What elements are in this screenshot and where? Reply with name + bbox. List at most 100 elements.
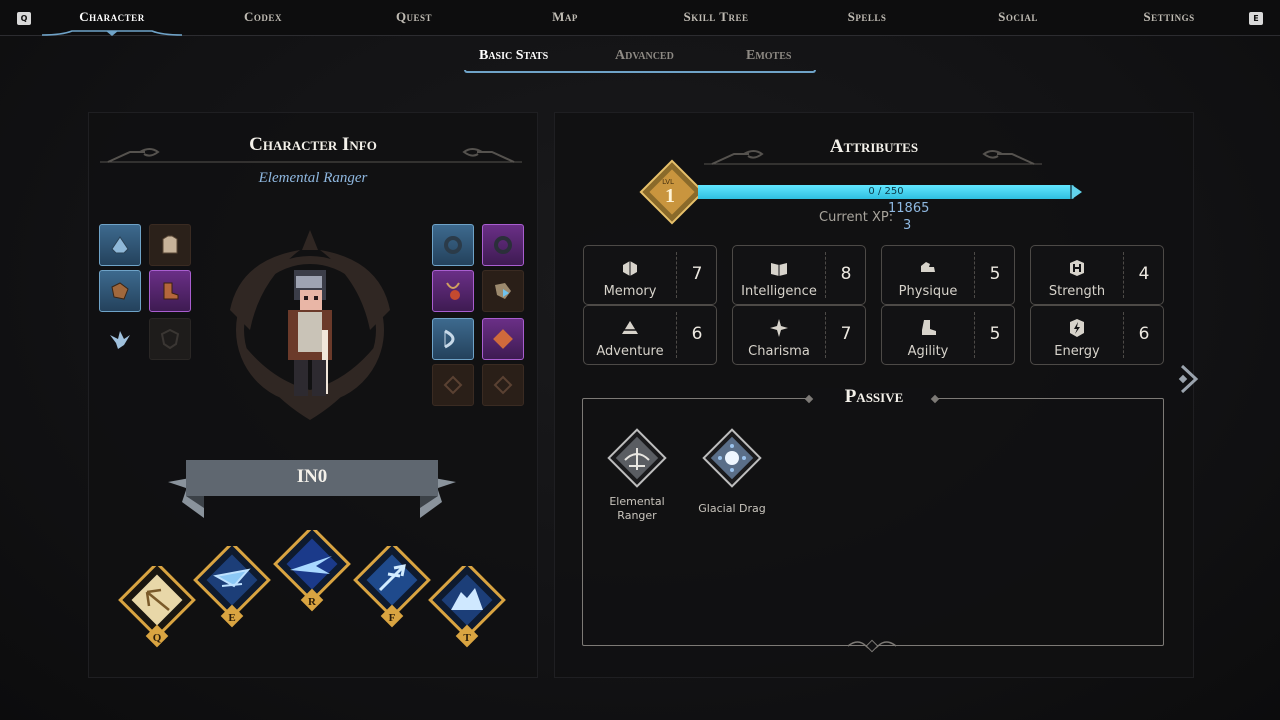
attr-memory[interactable]: Memory 7 bbox=[583, 245, 717, 305]
boots-icon bbox=[163, 282, 179, 300]
passive-label: Glacial Drag bbox=[698, 502, 766, 515]
rune-icon bbox=[493, 329, 513, 349]
equip-slot-armor[interactable] bbox=[149, 224, 191, 266]
equip-slot-gloves[interactable] bbox=[99, 270, 141, 312]
ring-icon bbox=[494, 236, 512, 254]
equip-slot-weapon[interactable] bbox=[432, 318, 474, 360]
attr-label: Memory bbox=[603, 284, 657, 299]
book-icon bbox=[771, 263, 787, 276]
mountain-icon bbox=[622, 321, 638, 334]
equip-slot-boots[interactable] bbox=[149, 270, 191, 312]
tab-character[interactable]: Character bbox=[42, 9, 182, 25]
current-xp-label: Current XP: bbox=[819, 210, 894, 225]
attr-label: Physique bbox=[898, 284, 958, 299]
attr-label: Charisma bbox=[748, 344, 810, 359]
subtabs-underline bbox=[464, 70, 816, 73]
player-name: IN0 bbox=[296, 466, 328, 487]
skill-slot-t[interactable]: T bbox=[427, 566, 507, 666]
attr-value: 4 bbox=[1138, 264, 1150, 284]
lightning-icon bbox=[1070, 319, 1084, 337]
tab-settings[interactable]: Settings bbox=[1099, 9, 1239, 25]
ring-icon bbox=[444, 236, 462, 254]
equip-slot-amulet[interactable] bbox=[432, 270, 474, 312]
attr-strength[interactable]: Strength 4 bbox=[1030, 245, 1164, 305]
attr-label: Energy bbox=[1054, 344, 1100, 359]
passive-label: Ranger bbox=[617, 509, 657, 522]
top-nav: Q Character Codex Quest Map Skill Tree S… bbox=[0, 0, 1280, 36]
attr-label: Intelligence bbox=[741, 284, 817, 299]
skill-key-q: Q bbox=[153, 632, 162, 644]
equip-slot-ring-2[interactable] bbox=[482, 224, 524, 266]
tab-codex[interactable]: Codex bbox=[193, 9, 333, 25]
next-page-arrow-icon[interactable] bbox=[1178, 364, 1200, 394]
bow-icon bbox=[444, 329, 455, 349]
equip-slot-ring-1[interactable] bbox=[432, 224, 474, 266]
attr-agility[interactable]: Agility 5 bbox=[881, 305, 1015, 365]
gloves-icon bbox=[111, 282, 129, 300]
tab-quest[interactable]: Quest bbox=[344, 9, 484, 25]
class-name: Elemental Ranger bbox=[258, 170, 368, 186]
equip-slot-empty-2[interactable] bbox=[432, 364, 474, 406]
skill-key-e: E bbox=[228, 612, 235, 624]
attr-label: Agility bbox=[907, 344, 949, 359]
passive-title: Passive bbox=[844, 386, 904, 407]
attr-value: 6 bbox=[691, 324, 703, 344]
slot-placeholder-icon bbox=[493, 375, 513, 395]
attr-value: 5 bbox=[989, 264, 1001, 284]
tab-spells[interactable]: Spells bbox=[797, 9, 937, 25]
equip-slot-empty-3[interactable] bbox=[482, 364, 524, 406]
attr-value: 8 bbox=[840, 264, 852, 284]
equip-slot-empty[interactable] bbox=[149, 318, 191, 360]
skill-key-t: T bbox=[463, 632, 471, 644]
helmet-icon bbox=[111, 236, 129, 254]
skill-slot-q[interactable]: Q bbox=[117, 566, 197, 666]
star-icon bbox=[770, 319, 788, 337]
character-portrait bbox=[230, 230, 390, 420]
trinket-icon bbox=[495, 283, 511, 299]
active-tab-ornament bbox=[42, 30, 182, 36]
skill-slot-r[interactable]: R bbox=[272, 530, 352, 630]
tab-social[interactable]: Social bbox=[948, 9, 1088, 25]
subtab-advanced[interactable]: Advanced bbox=[615, 48, 674, 64]
level-badge: LVL 1 bbox=[639, 159, 705, 225]
armor-icon bbox=[162, 235, 178, 254]
passive-label: Elemental bbox=[609, 495, 665, 508]
attr-adventure[interactable]: Adventure 6 bbox=[583, 305, 717, 365]
attr-value: 5 bbox=[989, 324, 1001, 344]
equip-slot-trinket[interactable] bbox=[482, 270, 524, 312]
equip-slot-helmet[interactable] bbox=[99, 224, 141, 266]
passive-bottom-ornament bbox=[847, 639, 897, 653]
bird-pet-icon bbox=[110, 331, 130, 349]
attr-charisma[interactable]: Charisma 7 bbox=[732, 305, 866, 365]
subtab-basic-stats[interactable]: Basic Stats bbox=[479, 48, 548, 64]
prev-tab-key[interactable]: Q bbox=[17, 12, 31, 25]
brain-icon bbox=[623, 261, 637, 276]
passive-elemental-ranger[interactable]: Elemental Ranger bbox=[592, 426, 682, 523]
snowflake-icon bbox=[702, 428, 762, 488]
attr-energy[interactable]: Energy 6 bbox=[1030, 305, 1164, 365]
skill-slot-f[interactable]: F bbox=[352, 546, 432, 646]
attr-intelligence[interactable]: Intelligence 8 bbox=[732, 245, 866, 305]
level-number: 1 bbox=[665, 185, 675, 207]
character-info-title: Character Info bbox=[249, 134, 377, 155]
attr-physique[interactable]: Physique 5 bbox=[881, 245, 1015, 305]
boot-icon bbox=[922, 320, 936, 335]
subtab-emotes[interactable]: Emotes bbox=[746, 48, 791, 64]
skill-key-r: R bbox=[308, 596, 317, 608]
skill-key-f: F bbox=[389, 612, 396, 624]
equip-slot-relic[interactable] bbox=[482, 318, 524, 360]
passive-glacial-drag[interactable]: Glacial Drag bbox=[687, 426, 777, 516]
attributes-title: Attributes bbox=[829, 136, 919, 157]
attr-label: Adventure bbox=[596, 344, 664, 359]
hero-sprite bbox=[288, 270, 332, 396]
slot-placeholder-icon bbox=[443, 375, 463, 395]
next-tab-key[interactable]: E bbox=[1249, 12, 1263, 25]
skill-slot-e[interactable]: E bbox=[192, 546, 272, 646]
current-xp-sub: 3 bbox=[903, 218, 912, 233]
tab-map[interactable]: Map bbox=[495, 9, 635, 25]
sub-tabs: Basic Stats Advanced Emotes bbox=[464, 44, 816, 74]
equip-slot-pet[interactable] bbox=[99, 318, 141, 360]
tab-skill-tree[interactable]: Skill Tree bbox=[646, 9, 786, 25]
attr-value: 6 bbox=[1138, 324, 1150, 344]
xp-bar-text: 0 / 250 bbox=[868, 186, 904, 197]
